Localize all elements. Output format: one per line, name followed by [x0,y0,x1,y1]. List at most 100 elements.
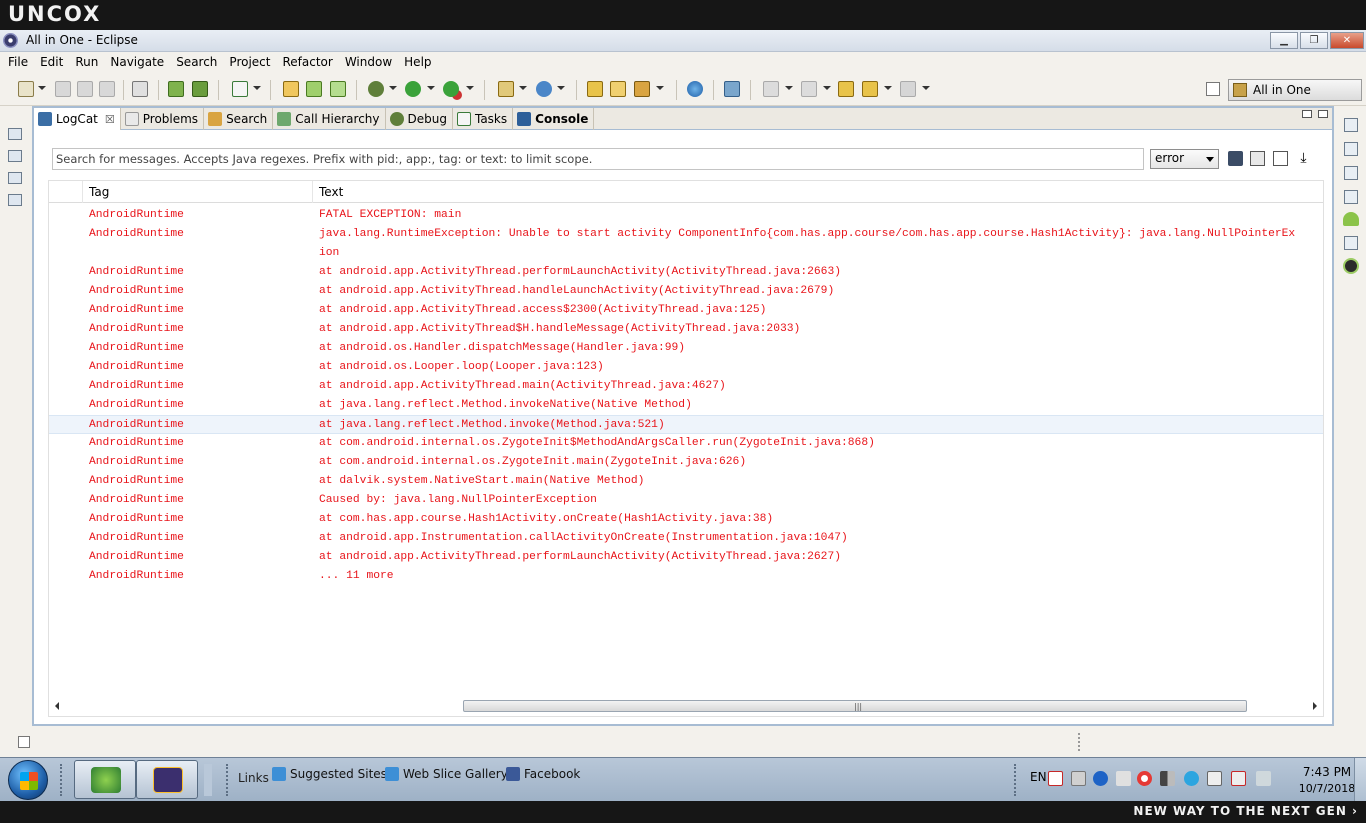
new-junit-icon[interactable] [306,81,322,97]
web-service-icon[interactable] [536,81,552,97]
run-dropdown-icon[interactable] [427,86,435,90]
task-check-icon[interactable] [232,81,248,97]
next-annotation-icon[interactable] [763,81,779,97]
table-row[interactable]: AndroidRuntime at android.app.Instrumenta… [49,529,1323,548]
taskbar-app-download-manager[interactable] [74,760,136,799]
menu-help[interactable]: Help [398,55,437,69]
minimize-view-icon[interactable] [1302,110,1312,118]
table-row[interactable]: ion [49,244,1323,263]
menu-edit[interactable]: Edit [34,55,69,69]
table-row[interactable]: AndroidRuntime at android.app.ActivityThr… [49,377,1323,396]
binary-icon[interactable] [132,81,148,97]
tray-grip[interactable] [1014,764,1018,796]
restore-icon[interactable] [1344,118,1358,132]
web-service-dropdown-icon[interactable] [557,86,565,90]
external-tools-dropdown-icon[interactable] [466,86,474,90]
forward-icon[interactable] [900,81,916,97]
table-row[interactable]: AndroidRuntime at android.app.ActivityThr… [49,282,1323,301]
keyboard-icon[interactable] [1071,771,1086,786]
back-icon[interactable] [862,81,878,97]
eclipse-icon[interactable] [3,33,18,48]
clock-date[interactable]: 10/7/2018 [1292,782,1362,795]
tab-logcat[interactable]: LogCat ☒ [34,108,121,130]
new-web-icon[interactable] [498,81,514,97]
tab-tasks[interactable]: Tasks [453,108,514,130]
perspective-all-in-one[interactable]: All in One [1228,79,1362,101]
language-indicator[interactable]: EN [1030,770,1047,784]
opera-icon[interactable] [1137,771,1152,786]
android-icon[interactable] [1343,212,1359,226]
debug-dropdown-icon[interactable] [389,86,397,90]
help-icon[interactable] [1093,771,1108,786]
table-row[interactable]: AndroidRuntime java.lang.RuntimeException… [49,225,1323,244]
globe-icon[interactable] [687,81,703,97]
scroll-right-icon[interactable] [1313,702,1317,710]
menu-refactor[interactable]: Refactor [276,55,338,69]
table-row[interactable]: AndroidRuntime at com.android.internal.os… [49,434,1323,453]
synchronize-icon[interactable] [724,81,740,97]
last-edit-icon[interactable] [838,81,854,97]
open-perspective-icon[interactable] [1206,82,1220,96]
toolbar-grip[interactable] [226,764,230,796]
hierarchy-icon[interactable] [8,194,22,206]
new-dropdown-icon[interactable] [38,86,46,90]
previous-annotation-icon[interactable] [801,81,817,97]
table-row[interactable]: AndroidRuntime at java.lang.reflect.Metho… [49,396,1323,415]
scroll-left-icon[interactable] [55,702,59,710]
open-folder-icon[interactable] [610,81,626,97]
network-error-icon[interactable] [1231,771,1246,786]
previous-annotation-dropdown-icon[interactable] [823,86,831,90]
ddms-icon[interactable] [1343,258,1359,274]
table-row[interactable]: AndroidRuntime at android.os.Looper.loop(… [49,358,1323,377]
link-facebook[interactable]: Facebook [506,767,580,781]
external-tools-icon[interactable] [443,81,459,97]
tab-call-hierarchy[interactable]: Call Hierarchy [273,108,386,130]
search-dropdown-icon[interactable] [656,86,664,90]
task-dropdown-icon[interactable] [253,86,261,90]
volume-icon[interactable] [1256,771,1271,786]
close-button[interactable]: ✕ [1330,32,1364,49]
table-row[interactable]: AndroidRuntime FATAL EXCEPTION: main [49,206,1323,225]
edit-icon[interactable] [1344,142,1358,156]
taskbar-app-eclipse[interactable] [136,760,198,799]
forward-dropdown-icon[interactable] [922,86,930,90]
restore-icon[interactable] [1344,166,1358,180]
menu-search[interactable]: Search [170,55,223,69]
menu-navigate[interactable]: Navigate [104,55,170,69]
table-row[interactable]: AndroidRuntime Caused by: java.lang.NullP… [49,491,1323,510]
close-icon[interactable]: ☒ [105,113,115,126]
window-titlebar[interactable]: All in One - Eclipse ▁ ❐ ✕ [0,30,1366,52]
tag-column-header[interactable]: Tag [83,181,313,203]
menu-project[interactable]: Project [223,55,276,69]
debug-run-icon[interactable] [368,81,384,97]
show-desktop-button[interactable] [1354,758,1366,802]
new-class-icon[interactable] [330,81,346,97]
table-row[interactable]: AndroidRuntime at android.app.ActivityThr… [49,548,1323,567]
link-suggested-sites[interactable]: Suggested Sites [272,767,387,781]
maximize-view-icon[interactable] [1318,110,1328,118]
save-all-icon[interactable] [77,81,93,97]
print-icon[interactable] [99,81,115,97]
device-tray-icon[interactable] [1207,771,1222,786]
tab-search[interactable]: Search [204,108,274,130]
sdk-manager-icon[interactable] [168,81,184,97]
maximize-button[interactable]: ❐ [1300,32,1328,49]
show-hidden-icons-icon[interactable] [1116,771,1131,786]
run-icon[interactable] [405,81,421,97]
file-explorer-icon[interactable] [1344,236,1358,250]
scroll-lock-icon[interactable]: ⤓ [1296,151,1311,166]
table-row[interactable]: AndroidRuntime at com.android.internal.os… [49,453,1323,472]
clear-log-icon[interactable] [1250,151,1265,166]
text-column-header[interactable]: Text [314,181,343,203]
taskbar-scroll[interactable] [204,764,212,796]
level-column-header[interactable] [49,181,83,203]
table-row[interactable]: AndroidRuntime ... 11 more [49,567,1323,586]
restore-icon[interactable] [8,128,22,140]
outline-icon[interactable] [8,172,22,184]
device-icon[interactable] [1344,190,1358,204]
logcat-search-input[interactable] [52,148,1144,170]
log-level-select[interactable]: error [1150,149,1219,169]
toggle-columns-icon[interactable] [1273,151,1288,166]
start-button[interactable] [8,760,48,800]
table-row[interactable]: AndroidRuntime at android.app.ActivityThr… [49,320,1323,339]
